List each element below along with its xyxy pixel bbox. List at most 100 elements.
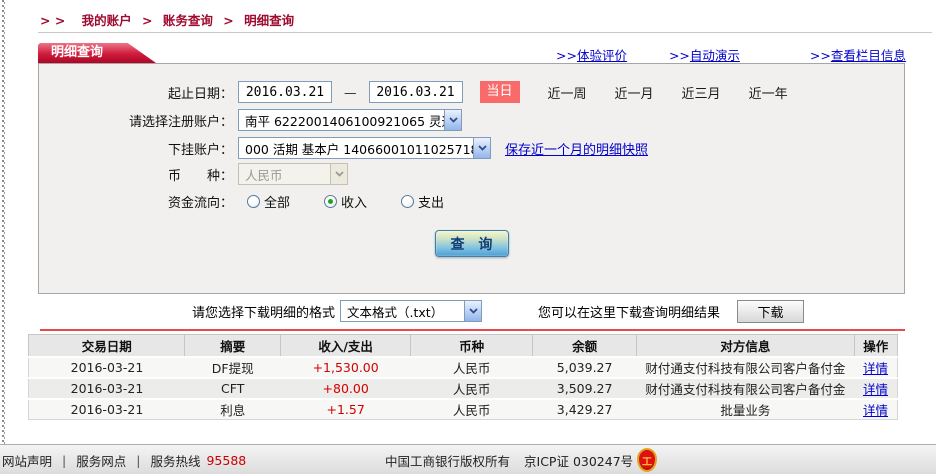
- currency-row: 币 种： 人民币: [39, 163, 904, 185]
- fund-flow-label: 资金流向：: [167, 196, 233, 211]
- query-form-panel: 起止日期： — 当日 近一周 近一月 近三月 近一年 请选择注册账户： 南平 6…: [38, 63, 905, 294]
- cell-amount: +1.57: [326, 401, 365, 417]
- footer-copyright: 中国工商银行版权所有 京ICP证 030247号: [385, 445, 633, 475]
- transaction-table: 交易日期 摘要 收入/支出 币种 余额 对方信息 操作 2016-03-21 D…: [27, 334, 899, 420]
- chevron-down-icon: [473, 138, 490, 158]
- registered-account-row: 请选择注册账户： 南平 6222001406100921065 灵通卡: [39, 109, 904, 131]
- table-row: 2016-03-21 DF提现 +1,530.00 人民币 5,039.27 财…: [28, 356, 898, 378]
- chevron-down-icon: [444, 110, 461, 130]
- cell-balance: 3,509.27: [556, 380, 613, 396]
- cell-currency: 人民币: [452, 402, 491, 418]
- download-result-label: 您可以在这里下载查询明细结果: [538, 305, 721, 321]
- col-header-date: 交易日期: [27, 334, 186, 357]
- chevron-down-icon: [464, 301, 482, 321]
- table-top-divider: [40, 329, 905, 331]
- registered-account-select[interactable]: 南平 6222001406100921065 灵通卡: [238, 109, 462, 131]
- detail-link[interactable]: 详情: [863, 382, 888, 397]
- page-edge-decoration: [2, 0, 5, 444]
- table-row: 2016-03-21 CFT +80.00 人民币 3,509.27 财付通支付…: [28, 377, 898, 399]
- col-header-summary: 摘要: [184, 334, 281, 357]
- cell-date: 2016-03-21: [70, 359, 144, 375]
- sub-account-label: 下挂账户：: [167, 142, 233, 158]
- detail-link[interactable]: 详情: [863, 403, 888, 418]
- date-range-label: 起止日期：: [167, 86, 233, 102]
- cell-summary: 利息: [220, 402, 246, 418]
- breadcrumb-prefix: > >: [40, 13, 66, 28]
- download-button[interactable]: 下载: [737, 299, 805, 323]
- col-header-currency: 币种: [410, 334, 533, 357]
- range-last-month-button[interactable]: 近一月: [615, 83, 654, 102]
- breadcrumb-item-account-query[interactable]: 账务查询: [163, 13, 213, 28]
- service-outlets-link[interactable]: 服务网点: [76, 451, 126, 470]
- sub-account-value: 000 活期 基本户 1406600101102571848: [245, 141, 473, 157]
- radio-icon: [401, 195, 415, 208]
- copyright-text: 中国工商银行版权所有: [385, 453, 511, 469]
- cell-balance: 5,039.27: [556, 359, 613, 375]
- sub-account-row: 下挂账户： 000 活期 基本户 1406600101102571848 保存近…: [39, 137, 904, 159]
- cell-amount: +80.00: [322, 380, 369, 396]
- cell-currency: 人民币: [452, 381, 491, 397]
- cell-date: 2016-03-21: [70, 380, 144, 396]
- range-last-year-button[interactable]: 近一年: [749, 83, 788, 102]
- chevron-down-icon: [330, 164, 347, 184]
- range-last-week-button[interactable]: 近一周: [548, 83, 587, 102]
- fund-flow-row: 资金流向： 全部 收入 支出: [39, 192, 904, 211]
- currency-select-disabled: 人民币: [238, 163, 348, 185]
- download-format-value: 文本格式（.txt）: [347, 304, 444, 320]
- cell-counterparty: 批量业务: [720, 402, 771, 418]
- cell-counterparty: 财付通支付科技有限公司客户备付金: [645, 360, 846, 376]
- hotline-number: 95588: [206, 452, 247, 468]
- table-header-row: 交易日期 摘要 收入/支出 币种 余额 对方信息 操作: [27, 334, 899, 357]
- col-header-amount: 收入/支出: [279, 334, 412, 357]
- save-monthly-snapshot-link[interactable]: 保存近一个月的明细快照: [505, 139, 648, 158]
- footer: 网站声明 | 服务网点 | 服务热线 95588 中国工商银行版权所有 京ICP…: [0, 444, 936, 474]
- auto-demo-link[interactable]: >>自动演示: [669, 48, 740, 63]
- today-quick-button[interactable]: 当日: [479, 81, 520, 103]
- cell-summary: DF提现: [211, 360, 254, 376]
- cell-counterparty: 财付通支付科技有限公司客户备付金: [645, 381, 846, 397]
- date-range-separator: —: [344, 84, 357, 100]
- detail-link[interactable]: 详情: [863, 361, 888, 376]
- cell-date: 2016-03-21: [70, 401, 144, 417]
- icbc-badge-icon: 工: [637, 448, 657, 472]
- radio-flow-expense[interactable]: 支出: [401, 192, 444, 211]
- date-to-input[interactable]: [368, 81, 463, 103]
- footer-left-links: 网站声明 | 服务网点 | 服务热线 95588: [2, 451, 247, 470]
- registered-account-value: 南平 6222001406100921065 灵通卡: [245, 113, 444, 129]
- radio-flow-income[interactable]: 收入: [324, 192, 367, 211]
- radio-icon: [324, 195, 338, 208]
- cell-currency: 人民币: [452, 360, 491, 376]
- experience-rating-link[interactable]: >>体验评价: [556, 48, 627, 63]
- view-column-info-link[interactable]: >>查看栏目信息: [810, 48, 906, 63]
- date-from-input[interactable]: [238, 81, 332, 103]
- breadcrumb-separator: >: [142, 13, 153, 28]
- cell-balance: 3,429.27: [556, 401, 613, 417]
- table-row: 2016-03-21 利息 +1.57 人民币 3,429.27 批量业务 详情: [28, 398, 898, 419]
- download-section: 请您选择下载明细的格式 文本格式（.txt） 您可以在这里下载查询明细结果 下载: [0, 296, 936, 326]
- tab-detail-query: 明细查询: [38, 43, 156, 63]
- radio-flow-all[interactable]: 全部: [247, 192, 290, 211]
- query-button-row: 查 询: [39, 230, 904, 257]
- col-header-balance: 余额: [531, 334, 638, 357]
- breadcrumb-separator: >: [223, 13, 234, 28]
- radio-icon: [247, 195, 260, 208]
- range-last-3-months-button[interactable]: 近三月: [682, 83, 721, 102]
- breadcrumb: > > 我的账户 > 账务查询 > 明细查询: [40, 10, 294, 29]
- site-statement-link[interactable]: 网站声明: [2, 451, 52, 470]
- date-range-row: 起止日期： — 当日 近一周 近一月 近三月 近一年: [39, 81, 904, 103]
- currency-value: 人民币: [245, 167, 283, 183]
- col-header-counterparty: 对方信息: [636, 334, 855, 357]
- download-format-select[interactable]: 文本格式（.txt）: [340, 300, 483, 322]
- breadcrumb-divider: [38, 32, 932, 33]
- download-format-label: 请您选择下载明细的格式: [192, 305, 336, 321]
- sub-account-select[interactable]: 000 活期 基本户 1406600101102571848: [238, 137, 491, 159]
- hotline-label: 服务热线: [150, 453, 201, 469]
- query-button[interactable]: 查 询: [434, 230, 509, 257]
- header-links: >>体验评价 >>自动演示 >>查看栏目信息: [556, 45, 906, 64]
- icp-license: 京ICP证 030247号: [524, 453, 634, 469]
- breadcrumb-item-detail-query[interactable]: 明细查询: [244, 13, 294, 28]
- breadcrumb-item-my-account[interactable]: 我的账户: [82, 13, 132, 28]
- registered-account-label: 请选择注册账户：: [128, 114, 233, 130]
- col-header-action: 操作: [853, 334, 899, 357]
- cell-summary: CFT: [221, 380, 245, 396]
